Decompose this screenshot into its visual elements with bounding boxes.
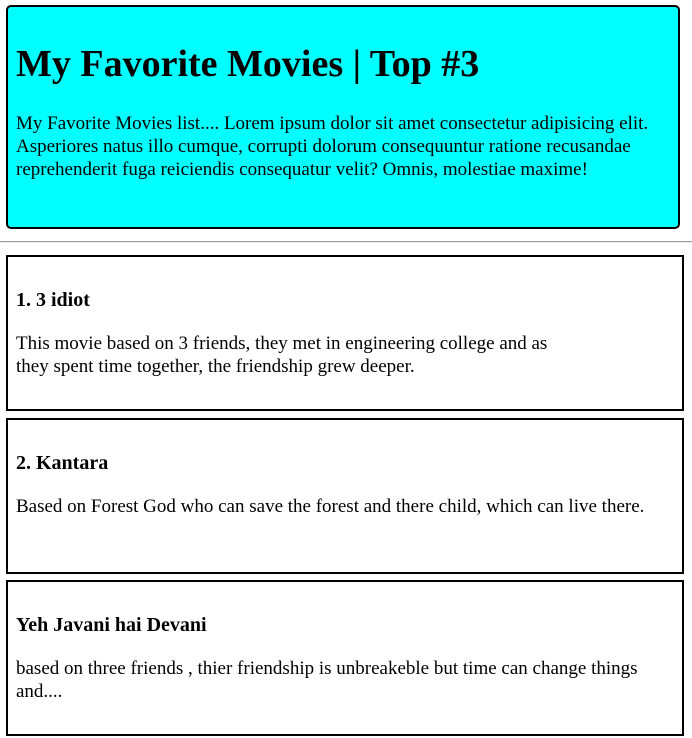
movie-description: Based on Forest God who can save the for… [16, 496, 645, 517]
section-divider [0, 241, 692, 243]
movie-description: This movie based on 3 friends, they met … [16, 333, 548, 377]
hero-banner: My Favorite Movies | Top #3 My Favorite … [6, 5, 680, 229]
hero-description: My Favorite Movies list.... Lorem ipsum … [16, 113, 649, 180]
movie-card: Yeh Javani hai Devani based on three fri… [6, 580, 684, 736]
movie-title: 1. 3 idiot [16, 289, 90, 311]
page-title: My Favorite Movies | Top #3 [16, 43, 480, 85]
movie-card: 2. Kantara Based on Forest God who can s… [6, 418, 684, 574]
movie-description: based on three friends , thier friendshi… [16, 658, 638, 702]
movie-title: 2. Kantara [16, 452, 109, 474]
movie-title: Yeh Javani hai Devani [16, 614, 207, 636]
movie-card: 1. 3 idiot This movie based on 3 friends… [6, 255, 684, 411]
